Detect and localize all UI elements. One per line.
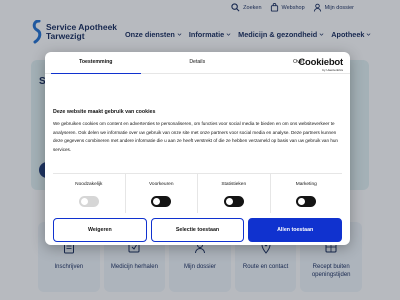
allow-selection-button[interactable]: Selectie toestaan xyxy=(150,218,245,242)
switch-label: Noodzakelijk xyxy=(75,182,103,187)
cookiebot-brand: Cookiebot xyxy=(298,57,343,68)
switch-noodzakelijk: Noodzakelijk xyxy=(53,174,126,213)
cookie-consent-dialog: Toestemming Details Over Cookiebot by Us… xyxy=(45,52,350,245)
switch-label: Statistieken xyxy=(221,182,247,187)
toggle-knob xyxy=(80,198,88,205)
cookie-heading: Deze website maakt gebruik van cookies xyxy=(53,109,156,115)
tab-details[interactable]: Details xyxy=(147,52,249,73)
switch-label: Voorkeuren xyxy=(148,182,174,187)
cookie-body: Deze website maakt gebruik van cookies W… xyxy=(53,109,343,155)
cookiebot-brand-sub: by Usercentrics xyxy=(322,68,343,72)
toggle-knob xyxy=(298,198,306,205)
deny-button[interactable]: Weigeren xyxy=(53,218,147,242)
toggle-knob xyxy=(153,198,161,205)
switch-statistieken: Statistieken xyxy=(198,174,271,213)
cookie-category-switches: Noodzakelijk Voorkeuren Statistieken Mar… xyxy=(53,173,342,213)
toggle-knob xyxy=(225,198,233,205)
statistieken-toggle[interactable] xyxy=(223,196,244,207)
switch-voorkeuren: Voorkeuren xyxy=(126,174,198,213)
switch-marketing: Marketing xyxy=(271,174,343,213)
cookie-buttons: Weigeren Selectie toestaan Allen toestaa… xyxy=(53,218,343,242)
switch-label: Marketing xyxy=(295,182,317,187)
tab-toestemming[interactable]: Toestemming xyxy=(45,52,147,74)
noodzakelijk-toggle xyxy=(78,196,99,207)
allow-all-button[interactable]: Allen toestaan xyxy=(248,218,343,242)
voorkeuren-toggle[interactable] xyxy=(151,196,172,207)
cookie-description: We gebruiken cookies om content en adver… xyxy=(53,121,338,153)
marketing-toggle[interactable] xyxy=(296,196,317,207)
cookiebot-logo[interactable]: Cookiebot by Usercentrics xyxy=(298,57,343,72)
